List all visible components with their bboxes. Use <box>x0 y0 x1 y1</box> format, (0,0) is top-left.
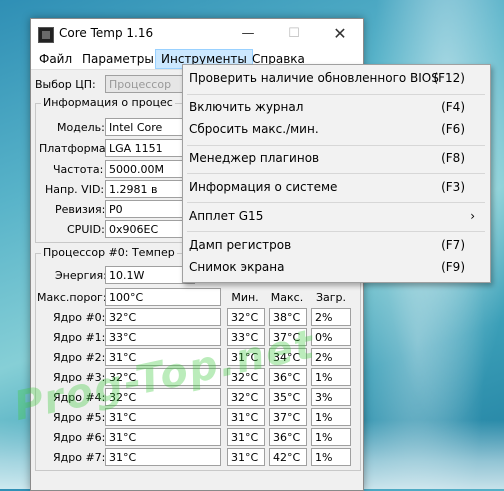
menu-item-label: Включить журнал <box>189 100 304 114</box>
frequency-label: Частота: <box>53 163 104 176</box>
core-load: 1% <box>311 428 351 446</box>
core-load: 3% <box>311 388 351 406</box>
menu-item-check-bios[interactable]: Проверить наличие обновленного BIOS (F12… <box>185 67 487 89</box>
menu-item-shortcut: (F7) <box>441 238 465 252</box>
menu-item-label: Апплет G15 <box>189 209 264 223</box>
tjmax-value: 100°C <box>105 288 221 306</box>
menu-item-label: Сбросить макс./мин. <box>189 122 319 136</box>
core-temp: 31°C <box>105 448 221 466</box>
menu-item-g15-applet[interactable]: Апплет G15 › <box>185 205 487 227</box>
platform-label: Платформа: <box>39 142 110 155</box>
core-label: Ядро #0: <box>53 311 106 324</box>
menu-item-shortcut: (F9) <box>441 260 465 274</box>
core-max: 42°C <box>269 448 307 466</box>
temps-group-title: Процессор #0: Темпер <box>41 246 177 259</box>
core-label: Ядро #7: <box>53 451 106 464</box>
revision-label: Ревизия: <box>55 203 106 216</box>
core-temp: 31°C <box>105 408 221 426</box>
core-min: 31°C <box>227 448 265 466</box>
core-load: 1% <box>311 368 351 386</box>
minimize-button[interactable]: — <box>225 19 271 49</box>
menu-item-shortcut: (F8) <box>441 151 465 165</box>
core-max: 36°C <box>269 428 307 446</box>
core-max: 35°C <box>269 388 307 406</box>
col-min-header: Мин. <box>231 291 259 304</box>
menu-item-screenshot[interactable]: Снимок экрана (F9) <box>185 256 487 278</box>
core-load: 0% <box>311 328 351 346</box>
core-load: 1% <box>311 408 351 426</box>
model-label: Модель: <box>57 121 105 134</box>
core-max: 37°C <box>269 408 307 426</box>
menu-item-enable-log[interactable]: Включить журнал (F4) <box>185 96 487 118</box>
menu-params[interactable]: Параметры <box>77 49 159 69</box>
core-min: 31°C <box>227 408 265 426</box>
menu-separator <box>187 231 485 232</box>
col-max-header: Макс. <box>270 291 304 304</box>
vid-label: Напр. VID: <box>45 183 105 196</box>
submenu-arrow-icon: › <box>470 209 475 223</box>
menu-item-shortcut: (F3) <box>441 180 465 194</box>
menu-item-register-dump[interactable]: Дамп регистров (F7) <box>185 234 487 256</box>
cpu-select-label: Выбор ЦП: <box>35 78 96 91</box>
menu-separator <box>187 94 485 95</box>
title-bar[interactable]: Core Temp 1.16 — ☐ ✕ <box>31 19 363 49</box>
cpuid-label: CPUID: <box>67 223 105 236</box>
tjmax-label: Макс.порог: <box>37 291 107 304</box>
menu-item-shortcut: (F12) <box>433 71 465 85</box>
close-button[interactable]: ✕ <box>317 19 363 49</box>
core-min: 32°C <box>227 308 265 326</box>
menu-item-label: Дамп регистров <box>189 238 292 252</box>
menu-item-label: Снимок экрана <box>189 260 285 274</box>
menu-separator <box>187 173 485 174</box>
power-label: Энергия: <box>55 269 107 282</box>
menu-item-reset-minmax[interactable]: Сбросить макс./мин. (F6) <box>185 118 487 140</box>
menu-item-system-info[interactable]: Информация о системе (F3) <box>185 176 487 198</box>
core-label: Ядро #2: <box>53 351 106 364</box>
menu-separator <box>187 202 485 203</box>
core-min: 32°C <box>227 388 265 406</box>
menu-separator <box>187 145 485 146</box>
menu-file[interactable]: Файл <box>34 49 77 69</box>
menu-item-plugin-manager[interactable]: Менеджер плагинов (F8) <box>185 147 487 169</box>
core-temp: 32°C <box>105 308 221 326</box>
core-temp: 31°C <box>105 428 221 446</box>
menu-item-label: Менеджер плагинов <box>189 151 320 165</box>
core-load: 2% <box>311 308 351 326</box>
col-load-header: Загр. <box>315 291 347 304</box>
menu-item-label: Информация о системе <box>189 180 338 194</box>
window-title: Core Temp 1.16 <box>59 26 154 40</box>
core-label: Ядро #6: <box>53 431 106 444</box>
core-min: 31°C <box>227 428 265 446</box>
info-group-title: Информация о процес <box>41 96 175 109</box>
core-load: 1% <box>311 448 351 466</box>
tools-dropdown: Проверить наличие обновленного BIOS (F12… <box>182 64 491 283</box>
menu-item-shortcut: (F6) <box>441 122 465 136</box>
maximize-button[interactable]: ☐ <box>271 19 317 49</box>
menu-item-shortcut: (F4) <box>441 100 465 114</box>
app-icon <box>38 27 54 43</box>
menu-item-label: Проверить наличие обновленного BIOS <box>189 71 439 85</box>
core-label: Ядро #1: <box>53 331 106 344</box>
